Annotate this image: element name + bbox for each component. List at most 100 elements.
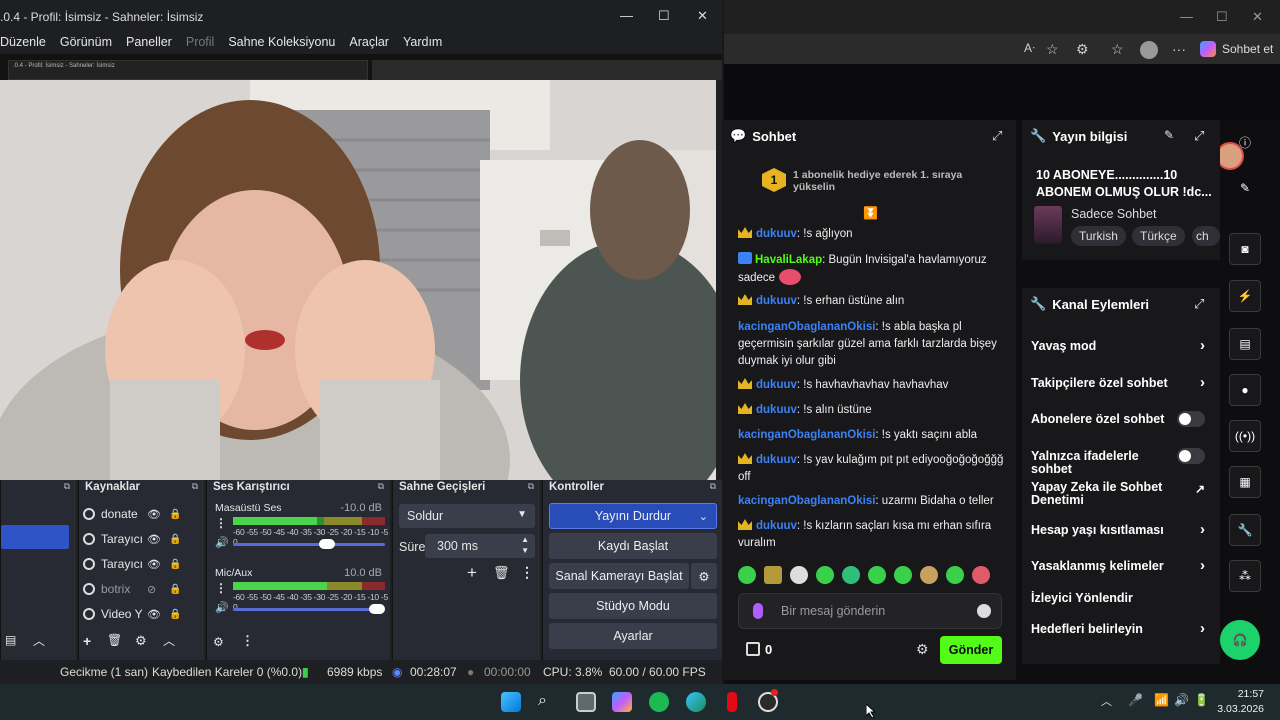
channel-action-item[interactable]: Hedefleri belirleyin › xyxy=(1031,621,1213,636)
apps-icon[interactable]: ⁂ xyxy=(1229,560,1261,592)
chat-username[interactable]: dukuuv xyxy=(756,228,797,240)
chat-username[interactable]: dukuuv xyxy=(756,379,797,391)
source-item[interactable]: Tarayıcı 👁 🔒 xyxy=(83,554,193,574)
menu-item[interactable]: Paneller xyxy=(126,32,172,54)
emote-icon[interactable] xyxy=(790,566,808,584)
info-icon[interactable]: ⓘ xyxy=(1229,126,1261,158)
emote-icon[interactable] xyxy=(972,566,990,584)
address-bar[interactable] xyxy=(724,34,1280,64)
chat-message[interactable]: dukuuv: !s yav kulağım pıt pıt ediyooğoğ… xyxy=(738,452,1006,486)
speaker-icon[interactable]: 🔊 xyxy=(215,601,229,614)
emote-icon[interactable] xyxy=(868,566,886,584)
more-vert-icon[interactable]: ⋮ xyxy=(215,516,227,530)
search-icon[interactable]: ⌕ xyxy=(538,692,558,712)
chat-message[interactable]: kacinganObaglananOkisi: !s abla başka pl… xyxy=(738,319,1006,370)
channel-action-item[interactable]: Abonelere özel sohbet xyxy=(1031,411,1213,427)
minimize-icon[interactable]: — xyxy=(620,8,633,23)
studio-mode-button[interactable]: Stüdyo Modu xyxy=(549,593,717,619)
settings-button[interactable]: Ayarlar xyxy=(549,623,717,649)
popout-icon[interactable]: ⤢ xyxy=(1194,296,1204,312)
emote-icon[interactable] xyxy=(738,566,756,584)
read-aloud-icon[interactable]: Aᐧ xyxy=(1024,41,1035,55)
webcam-preview[interactable] xyxy=(0,80,716,480)
source-item[interactable]: Tarayıcı 👁 🔒 xyxy=(83,529,193,549)
channel-action-item[interactable]: Yapay Zeka ile Sohbet Denetimi ↗ xyxy=(1031,481,1213,507)
channel-action-item[interactable]: Hesap yaşı kısıtlaması › xyxy=(1031,522,1213,537)
close-icon[interactable]: ✕ xyxy=(1252,9,1263,25)
task-view-icon[interactable] xyxy=(576,692,596,712)
chat-username[interactable]: dukuuv xyxy=(756,295,797,307)
chat-message[interactable]: dukuuv: !s alın üstüne xyxy=(738,402,1006,419)
favorite-star-icon[interactable]: ☆ xyxy=(1046,41,1059,58)
more-vert-icon[interactable]: ⋮ xyxy=(520,564,534,581)
chevron-up-icon[interactable]: ︿ xyxy=(163,632,175,649)
chevron-up-icon[interactable]: ▲ xyxy=(521,535,529,544)
menu-item[interactable]: Sahne Koleksiyonu xyxy=(228,32,335,54)
more-vert-icon[interactable]: ⋮ xyxy=(215,581,227,595)
chat-input[interactable]: Bir mesaj gönderin xyxy=(738,593,1002,629)
emoji-picker-icon[interactable] xyxy=(977,604,991,618)
send-button[interactable]: Gönder xyxy=(940,636,1002,664)
chevron-up-icon[interactable]: ︿ xyxy=(1101,693,1112,709)
volume-slider[interactable] xyxy=(233,604,386,614)
emote-icon[interactable] xyxy=(946,566,964,584)
chat-message[interactable]: dukuuv: !s ağlıyon xyxy=(738,226,1006,243)
profile-avatar-icon[interactable] xyxy=(1140,41,1158,59)
dock-float-icon[interactable]: ⧉ xyxy=(192,481,198,492)
tag-chip[interactable]: Turkish xyxy=(1071,226,1126,246)
add-source-icon[interactable]: + xyxy=(83,633,91,649)
menu-item[interactable]: Araçlar xyxy=(349,32,389,54)
popout-icon[interactable]: ⤢ xyxy=(992,128,1002,144)
trash-icon[interactable]: 🗑 xyxy=(493,565,510,581)
netflix-icon[interactable] xyxy=(727,692,737,712)
extensions-icon[interactable]: ⚙ xyxy=(1076,41,1089,58)
stream-category[interactable]: Sadece Sohbet xyxy=(1071,207,1157,221)
chat-username[interactable]: HavaliLakap xyxy=(755,254,822,266)
lock-icon[interactable]: 🔒 xyxy=(169,559,181,570)
filter-icon[interactable]: ▤ xyxy=(5,633,16,647)
edge-icon[interactable] xyxy=(686,692,706,712)
menu-item[interactable]: Görünüm xyxy=(60,32,112,54)
popout-icon[interactable]: ⤢ xyxy=(1194,128,1204,144)
duration-spinbox[interactable]: 300 ms ▲ ▼ xyxy=(425,534,535,558)
trash-icon[interactable]: 🗑 xyxy=(107,633,122,647)
source-item[interactable]: Video Y 👁 🔒 xyxy=(83,604,193,624)
transition-select[interactable]: Soldur ▼ xyxy=(399,504,535,528)
copilot-chat-button[interactable]: Sohbet et xyxy=(1200,37,1273,61)
stop-streaming-button[interactable]: Yayını Durdur ⌄ xyxy=(549,503,717,529)
notes-icon[interactable]: ▤ xyxy=(1229,328,1261,360)
chat-settings-icon[interactable]: ⚙ xyxy=(916,641,929,658)
volume-icon[interactable]: 🔊 xyxy=(1174,693,1189,707)
gift-icon[interactable] xyxy=(746,642,760,656)
start-recording-button[interactable]: Kaydı Başlat xyxy=(549,533,717,559)
dock-float-icon[interactable]: ⧉ xyxy=(528,481,534,492)
menu-item[interactable]: Profil xyxy=(186,32,214,54)
more-menu-icon[interactable]: ··· xyxy=(1172,41,1186,57)
microphone-icon[interactable] xyxy=(753,603,763,619)
pinned-gift-banner[interactable]: 1 1 abonelik hediye ederek 1. sıraya yük… xyxy=(724,160,1016,198)
eye-off-icon[interactable]: ⊘ xyxy=(147,583,156,596)
lock-icon[interactable]: 🔒 xyxy=(169,509,181,520)
chat-message[interactable]: kacinganObaglananOkisi: !s yaktı saçını … xyxy=(738,427,1006,444)
chat-username[interactable]: kacinganObaglananOkisi xyxy=(738,429,875,441)
chat-bubble-icon[interactable]: ● xyxy=(1229,374,1261,406)
channel-action-item[interactable]: Yavaş mod › xyxy=(1031,338,1213,353)
wifi-icon[interactable]: 📶 xyxy=(1154,693,1169,707)
chat-message[interactable]: dukuuv: !s erhan üstüne alın xyxy=(738,293,1006,310)
minimize-icon[interactable]: — xyxy=(1180,9,1193,24)
chat-username[interactable]: dukuuv xyxy=(756,520,797,532)
edit-pencil-icon[interactable]: ✎ xyxy=(1164,128,1174,142)
emote-icon[interactable] xyxy=(842,566,860,584)
start-virtual-camera-button[interactable]: Sanal Kamerayı Başlat xyxy=(549,563,689,589)
menu-item[interactable]: Düzenle xyxy=(0,32,46,54)
tag-chip[interactable]: ch xyxy=(1192,226,1220,246)
support-headset-icon[interactable]: 🎧 xyxy=(1220,620,1260,660)
toggle-switch[interactable] xyxy=(1177,411,1205,427)
battery-icon[interactable]: 🔋 xyxy=(1194,693,1209,707)
add-transition-icon[interactable]: + xyxy=(467,563,477,583)
wrench-icon[interactable]: 🔧 xyxy=(1229,514,1261,546)
chat-username[interactable]: kacinganObaglananOkisi xyxy=(738,321,875,333)
start-icon[interactable] xyxy=(501,692,521,712)
eye-icon[interactable]: 👁 xyxy=(147,558,161,571)
camera-icon[interactable]: ◙ xyxy=(1229,233,1261,265)
